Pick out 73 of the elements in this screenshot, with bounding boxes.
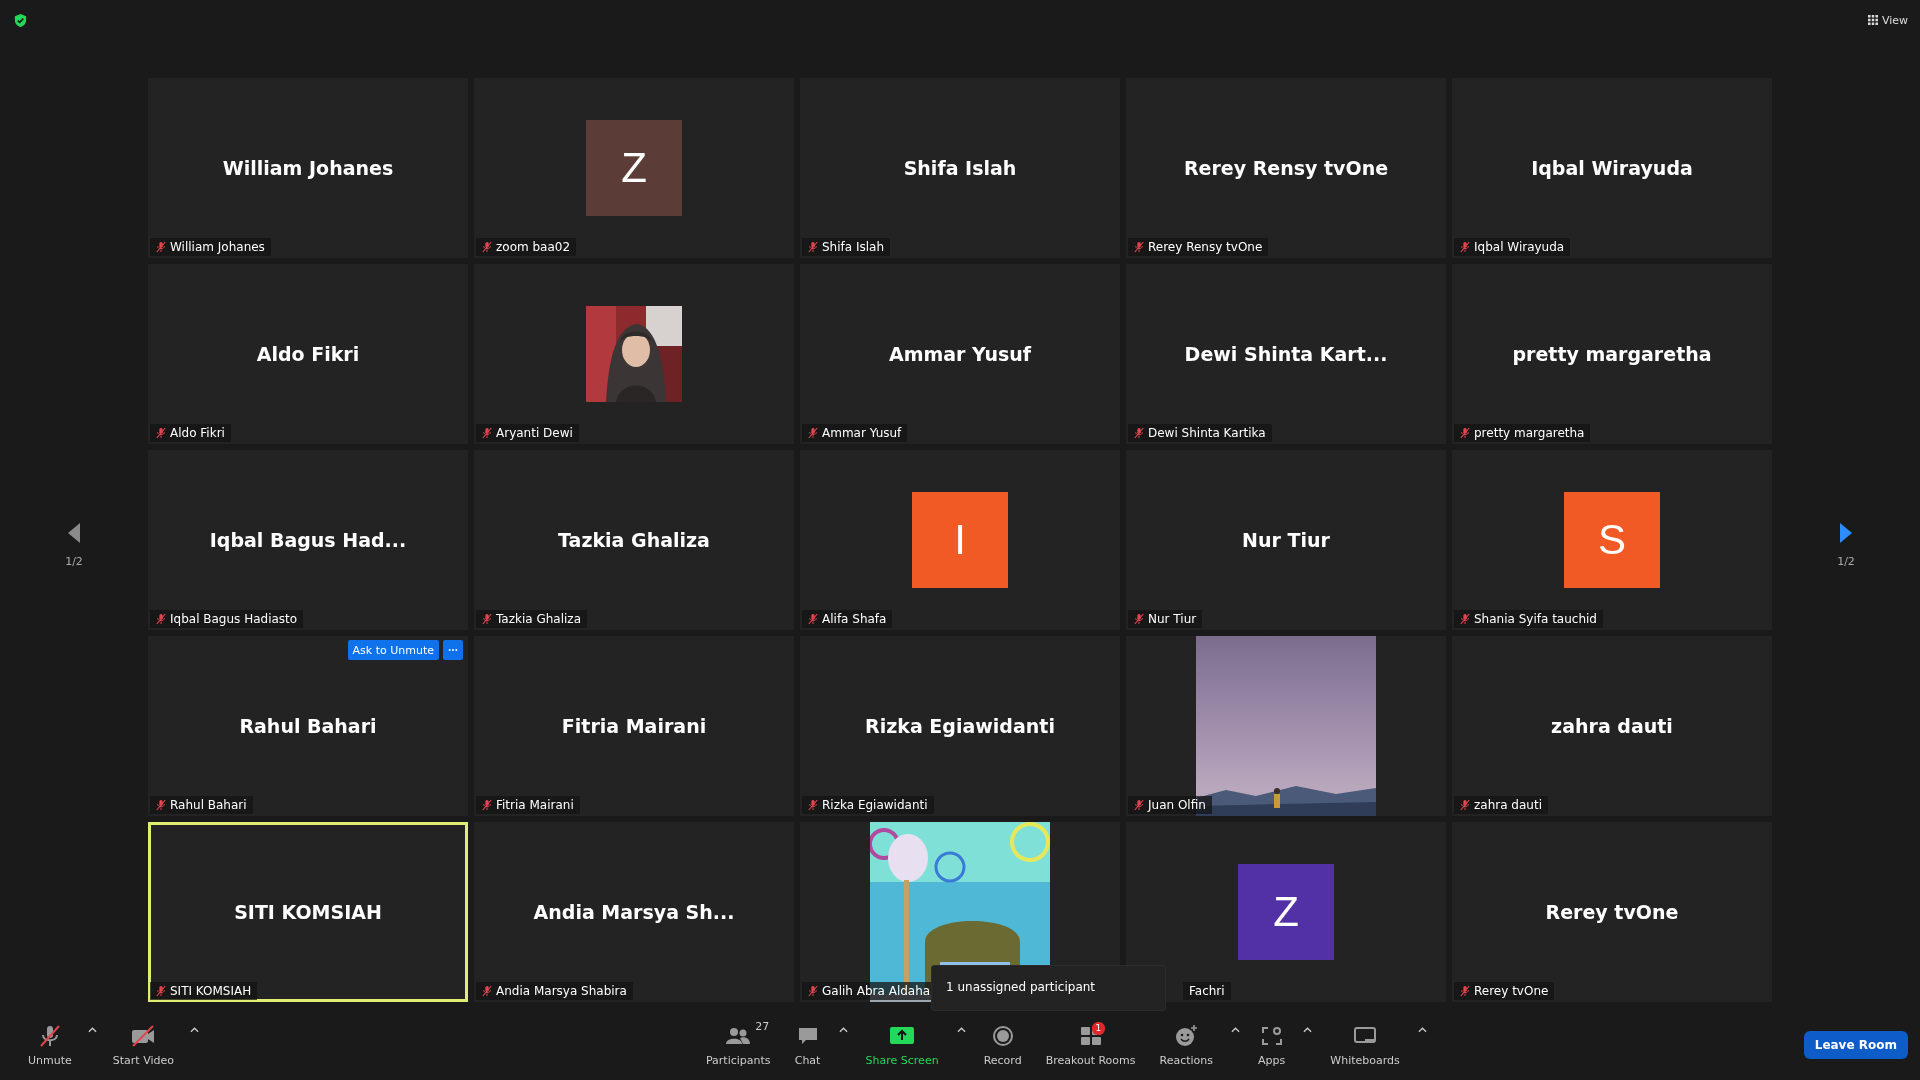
share-button[interactable]: Share Screen [855,1023,949,1067]
participant-label: SITI KOMSIAH [170,984,252,998]
tooltip: 1 unassigned participant [931,965,1166,1011]
participant-label: Ammar Yusuf [822,426,902,440]
ask-to-unmute-button[interactable]: Ask to Unmute [347,640,439,660]
view-button[interactable]: View [1867,13,1908,27]
participant-name: Tazkia Ghaliza [558,529,710,551]
participants-button[interactable]: 27 Participants [695,1023,781,1067]
previous-page-icon[interactable] [66,520,82,545]
participant-label: Nur Tiur [1148,612,1197,626]
leave-room-button[interactable]: Leave Room [1803,1031,1908,1059]
video-button[interactable]: Start Video [102,1023,184,1067]
participant-label: Rerey Rensy tvOne [1148,240,1263,254]
participant-label: Iqbal Wirayuda [1474,240,1565,254]
participant-label: Andia Marsya Shabira [496,984,627,998]
participant-name: Rerey tvOne [1545,901,1679,923]
participant-label: Fachri [1189,984,1225,998]
participant-name: SITI KOMSIAH [234,901,382,923]
breakout-button[interactable]: 1 Breakout Rooms [1035,1023,1146,1067]
participant-name: Iqbal Wirayuda [1531,157,1693,179]
participant-name: zahra dauti [1551,715,1673,737]
participant-label: Tazkia Ghaliza [496,612,582,626]
avatar-letter: S [1598,516,1626,564]
grid-icon [1867,15,1878,25]
participant-name: Rizka Egiawidanti [865,715,1055,737]
avatar-letter: Z [621,144,647,192]
chat-button[interactable]: Chat [784,1023,831,1067]
participant-name: Iqbal Bagus Had... [209,529,407,551]
participant-name: Rerey Rensy tvOne [1183,157,1389,179]
participant-label: Fitria Mairani [496,798,574,812]
participant-count: 27 [755,1020,770,1033]
participant-label: Aldo Fikri [170,426,225,440]
participant-name: Fitria Mairani [561,715,707,737]
mic-button[interactable]: Unmute [18,1023,82,1067]
more-button[interactable] [443,640,463,660]
participant-name: William Johanes [222,157,394,179]
page-indicator: 1/2 [65,554,83,568]
participant-label: Alifa Shafa [822,612,887,626]
smiley-icon [1173,1024,1200,1048]
shield-icon[interactable] [13,12,28,28]
participant-label: Juan Olfin [1148,798,1206,812]
participant-label: Shifa Islah [822,240,885,254]
participant-name: Dewi Shinta Kart... [1184,343,1388,365]
participant-label: Rahul Bahari [170,798,247,812]
participant-label: Galih Abra Aldaha [822,984,931,998]
participant-name: Rahul Bahari [239,715,377,737]
apps-button[interactable]: Apps [1248,1023,1296,1067]
participant-label: Rizka Egiawidanti [822,798,928,812]
participant-label: Shania Syifa tauchid [1474,612,1597,626]
participant-name: pretty margaretha [1512,343,1712,365]
participant-label: Iqbal Bagus Hadiasto [170,612,298,626]
participant-name: Nur Tiur [1242,529,1330,551]
video-off-icon [130,1024,157,1048]
next-page-icon[interactable] [1838,520,1854,545]
reactions-button[interactable]: Reactions [1149,1023,1224,1067]
avatar-letter: Z [1273,888,1299,936]
page-indicator: 1/2 [1837,554,1855,568]
notification-badge: 1 [1091,1022,1106,1035]
participant-label: Rerey tvOne [1474,984,1549,998]
participant-label: zahra dauti [1474,798,1542,812]
participant-label: zoom baa02 [496,240,571,254]
participant-label: Dewi Shinta Kartika [1148,426,1266,440]
more-icon [448,648,458,652]
participant-label: William Johanes [170,240,265,254]
avatar-letter: I [954,516,966,564]
participant-name: Shifa Islah [903,157,1017,179]
participant-name: Andia Marsya Sh... [533,901,735,923]
whiteboard-button[interactable]: Whiteboards [1320,1023,1410,1067]
record-button[interactable]: Record [973,1023,1032,1067]
participant-label: Aryanti Dewi [496,426,573,440]
participant-name: Aldo Fikri [256,343,360,365]
participant-label: pretty margaretha [1474,426,1585,440]
participant-name: Ammar Yusuf [888,343,1032,365]
